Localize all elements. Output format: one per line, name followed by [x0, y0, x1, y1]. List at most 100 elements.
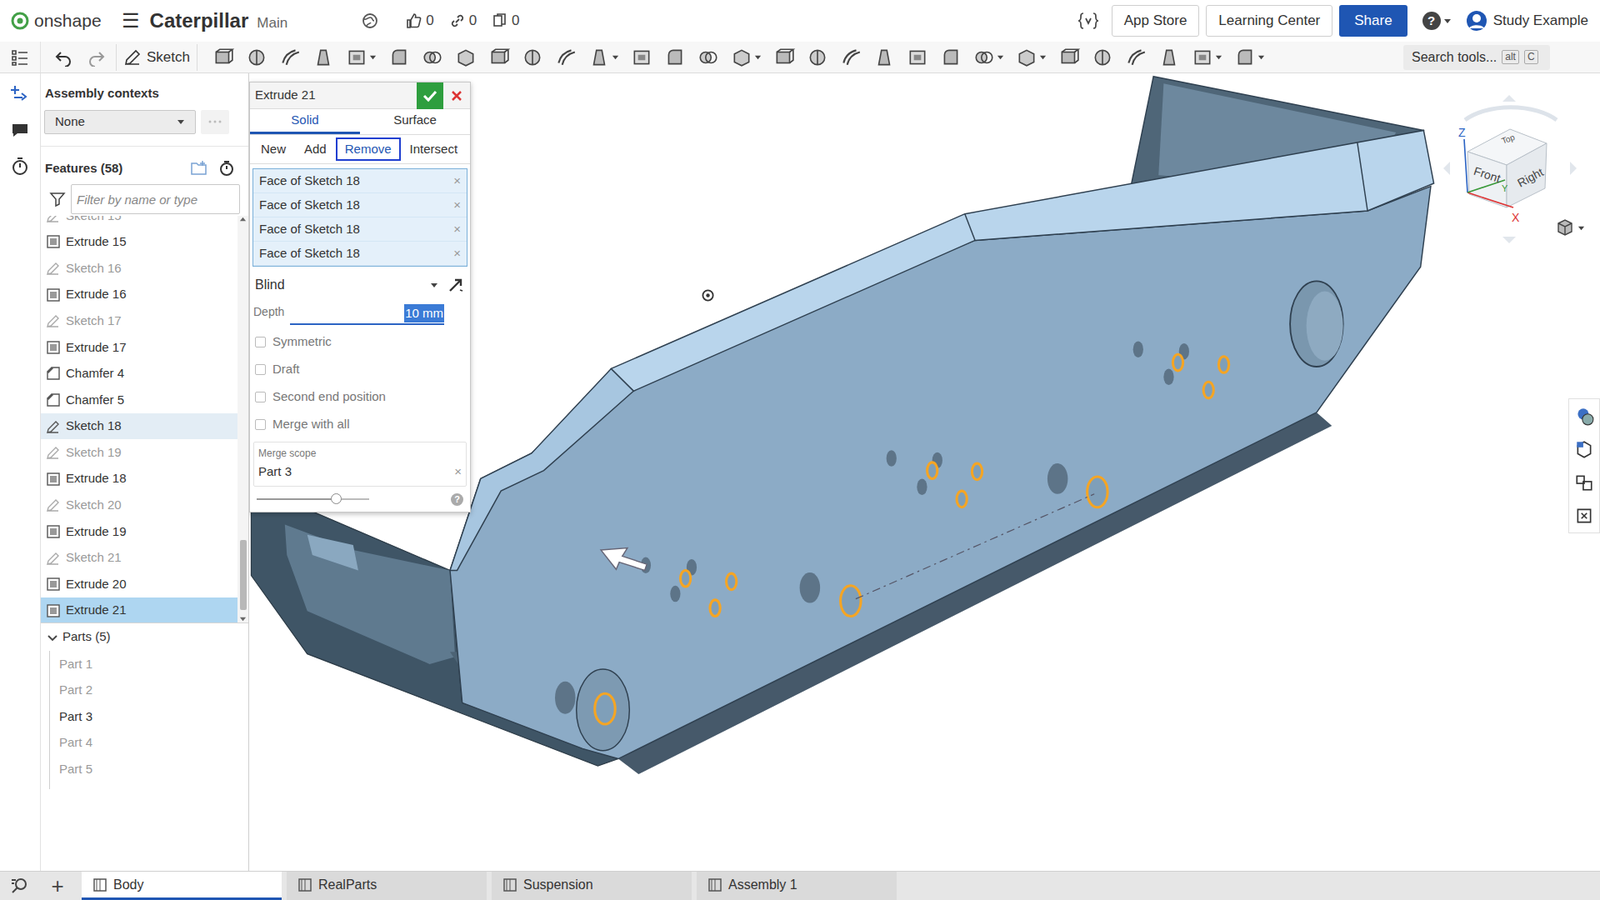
likes[interactable]: 0 [404, 10, 434, 32]
tool-button[interactable] [903, 45, 932, 70]
tool-button[interactable] [418, 45, 447, 70]
operation-button[interactable]: New [251, 137, 295, 161]
operation-button[interactable]: Add [295, 137, 336, 161]
tool-button[interactable] [870, 45, 899, 70]
tool-button[interactable] [485, 45, 514, 70]
dialog-help-button[interactable]: ? [450, 493, 464, 506]
viewport[interactable]: TopFrontRightZXYExtrude 21SolidSurfaceNe… [249, 73, 1600, 871]
feature-row[interactable]: Chamfer 5 [40, 386, 238, 414]
right-strip-button[interactable] [1568, 432, 1600, 466]
tool-button[interactable] [385, 45, 414, 70]
operation-button[interactable]: Intersect [400, 137, 468, 161]
feature-row[interactable]: Sketch 17 [40, 307, 238, 335]
tool-button[interactable] [836, 45, 865, 70]
type-tab[interactable]: Surface [360, 109, 470, 135]
feature-row[interactable]: Extrude 20 [40, 570, 238, 598]
tool-button[interactable] [209, 45, 238, 70]
feature-row[interactable]: Extrude 18 [40, 465, 238, 493]
strip-button[interactable] [6, 81, 34, 105]
end-type-dropdown[interactable]: Blind [255, 275, 447, 295]
add-folder-button[interactable] [190, 160, 209, 177]
tool-button[interactable] [1121, 45, 1150, 70]
feature-row[interactable]: Sketch 16 [40, 255, 238, 282]
menu-button[interactable]: ☰ [121, 10, 140, 31]
tool-button[interactable] [1088, 45, 1117, 70]
flip-direction-button[interactable] [446, 275, 465, 295]
tool-button[interactable] [1155, 45, 1184, 70]
part-row[interactable]: Part 2 [50, 677, 249, 705]
scroll-thumb[interactable] [240, 540, 247, 610]
share-button[interactable]: Share [1339, 5, 1407, 37]
parts-header[interactable]: Parts (5) [40, 622, 249, 651]
accept-button[interactable] [416, 82, 444, 110]
document-tab[interactable]: Suspension [491, 871, 692, 900]
selection-box[interactable]: Face of Sketch 18×Face of Sketch 18×Face… [252, 168, 468, 267]
operation-button[interactable]: Remove [335, 137, 401, 161]
tool-button[interactable] [660, 45, 690, 70]
feature-row[interactable]: Extrude 16 [40, 281, 238, 309]
slider-thumb[interactable] [330, 493, 342, 505]
feature-row[interactable]: Sketch 21 [40, 545, 238, 572]
document-tab[interactable]: Assembly 1 [696, 871, 897, 900]
option-checkbox[interactable] [255, 419, 266, 430]
depth-input[interactable]: 10 mm [290, 303, 445, 325]
feature-row[interactable]: Sketch 19 [40, 439, 238, 466]
option-row[interactable]: Second end position [250, 383, 470, 411]
slider-track[interactable] [256, 498, 370, 500]
feature-row[interactable]: Extrude 21 [40, 597, 238, 623]
document-tab[interactable]: Body [81, 871, 282, 900]
right-strip-button[interactable] [1568, 465, 1600, 500]
part-row[interactable]: Part 3 [50, 703, 249, 730]
cancel-button[interactable] [443, 82, 470, 110]
tool-button[interactable] [551, 45, 580, 70]
redo-button[interactable] [84, 45, 110, 70]
tool-button[interactable] [936, 45, 965, 70]
feature-row[interactable]: Sketch 15 [40, 215, 238, 230]
document-name[interactable]: Caterpillar [150, 5, 250, 36]
tool-button[interactable] [627, 45, 656, 70]
tool-button[interactable] [242, 45, 271, 70]
help-button[interactable]: ? [1422, 11, 1452, 30]
feature-row[interactable]: Chamfer 4 [40, 360, 238, 388]
merge-scope-box[interactable]: Merge scopePart 3× [253, 441, 467, 487]
tool-button[interactable] [970, 45, 1008, 70]
option-checkbox[interactable] [255, 364, 266, 375]
tool-button[interactable] [770, 45, 799, 70]
tool-button[interactable] [518, 45, 547, 70]
search-tools[interactable]: Search tools...altC [1403, 45, 1550, 70]
tool-button[interactable] [585, 45, 623, 70]
option-checkbox[interactable] [255, 336, 266, 348]
undo-button[interactable] [50, 45, 76, 70]
remove-merge-scope-button[interactable]: × [454, 462, 462, 482]
search-tabs-button[interactable] [0, 871, 39, 900]
rollback-timer-button[interactable] [218, 160, 235, 177]
strip-button[interactable] [6, 118, 34, 142]
links[interactable]: 0 [449, 10, 477, 32]
view-menu-button[interactable] [1555, 218, 1585, 237]
remove-selection-button[interactable]: × [453, 244, 461, 264]
tool-button[interactable] [1012, 45, 1050, 70]
header-button[interactable]: Learning Center [1205, 5, 1333, 37]
tool-button[interactable] [1230, 45, 1269, 70]
feature-list-button[interactable] [0, 41, 41, 73]
feature-row[interactable]: Extrude 17 [40, 334, 238, 361]
option-row[interactable]: Symmetric [250, 328, 470, 356]
assembly-context-dropdown[interactable]: None [44, 110, 196, 135]
variable-studio-button[interactable] [1076, 10, 1100, 31]
tool-button[interactable] [727, 45, 765, 70]
tool-button[interactable] [1055, 45, 1084, 70]
document-tab[interactable]: RealParts [286, 871, 487, 900]
tool-button[interactable] [309, 45, 338, 70]
filter-input[interactable] [70, 184, 240, 215]
user-menu[interactable]: Study Example [1465, 9, 1589, 33]
scrollbar[interactable] [237, 215, 249, 623]
part-row[interactable]: Part 4 [50, 730, 249, 757]
feature-row[interactable]: Extrude 15 [40, 229, 238, 256]
sketch-button[interactable]: Sketch [115, 44, 198, 71]
part-row[interactable]: Part 1 [50, 650, 249, 678]
right-strip-button[interactable] [1568, 399, 1600, 433]
more-button[interactable] [200, 110, 230, 135]
remove-selection-button[interactable]: × [453, 171, 461, 191]
right-strip-button[interactable] [1568, 499, 1600, 533]
option-row[interactable]: Merge with all [250, 410, 470, 439]
